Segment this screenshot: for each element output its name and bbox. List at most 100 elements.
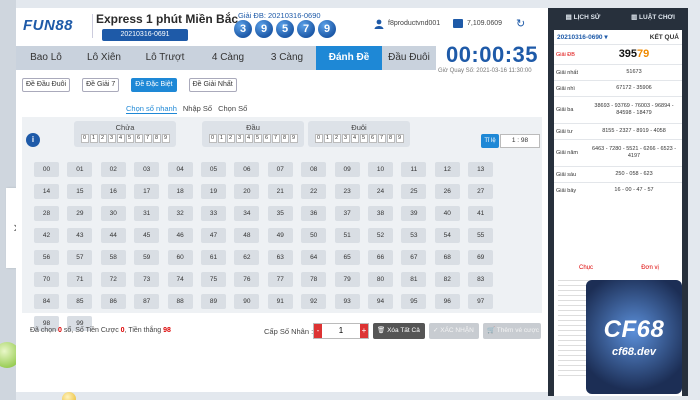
number-cell[interactable]: 24 [368, 184, 393, 199]
number-cell[interactable]: 31 [134, 206, 160, 221]
number-cell[interactable]: 91 [267, 294, 293, 309]
digit-checkbox[interactable]: 0 [314, 134, 323, 143]
digit-checkbox[interactable]: 1 [323, 134, 332, 143]
number-cell[interactable]: 10 [368, 162, 393, 177]
username[interactable]: f8productvnd001 [388, 20, 440, 27]
number-cell[interactable]: 79 [334, 272, 360, 287]
number-cell[interactable]: 01 [67, 162, 93, 177]
mode-1[interactable]: Nhập Số [183, 104, 212, 114]
number-cell[interactable]: 66 [368, 250, 393, 265]
number-cell[interactable]: 70 [34, 272, 59, 287]
number-cell[interactable]: 58 [100, 250, 126, 265]
number-cell[interactable]: 52 [368, 228, 393, 243]
number-cell[interactable]: 71 [67, 272, 93, 287]
number-cell[interactable]: 17 [134, 184, 160, 199]
tab-5[interactable]: Đánh Đề [316, 46, 382, 70]
decrement-button[interactable]: - [314, 324, 322, 338]
number-cell[interactable]: 53 [401, 228, 427, 243]
number-cell[interactable]: 45 [134, 228, 160, 243]
digit-checkbox[interactable]: 5 [359, 134, 368, 143]
number-cell[interactable]: 39 [401, 206, 427, 221]
number-cell[interactable]: 82 [434, 272, 460, 287]
number-cell[interactable]: 68 [434, 250, 460, 265]
number-cell[interactable]: 83 [468, 272, 494, 287]
number-cell[interactable]: 87 [134, 294, 160, 309]
number-cell[interactable]: 74 [167, 272, 193, 287]
multiplier-input[interactable]: 1 [322, 324, 360, 338]
confirm-button[interactable]: ✓ XÁC NHẬN [429, 323, 479, 339]
number-cell[interactable]: 11 [401, 162, 427, 177]
number-cell[interactable]: 72 [100, 272, 126, 287]
number-cell[interactable]: 00 [34, 162, 59, 177]
number-cell[interactable]: 48 [234, 228, 260, 243]
number-cell[interactable]: 51 [334, 228, 360, 243]
subtab-0[interactable]: Đề Đầu Đuôi [22, 78, 71, 92]
number-cell[interactable]: 22 [301, 184, 327, 199]
number-cell[interactable]: 13 [468, 162, 494, 177]
tab-4[interactable]: 3 Càng [258, 46, 316, 70]
number-cell[interactable]: 84 [34, 294, 59, 309]
tab-6[interactable]: Đầu Đuôi [382, 46, 436, 70]
digit-checkbox[interactable]: 3 [107, 134, 116, 143]
number-cell[interactable]: 21 [267, 184, 293, 199]
digit-checkbox[interactable]: 2 [332, 134, 341, 143]
number-cell[interactable]: 27 [468, 184, 494, 199]
number-cell[interactable]: 61 [201, 250, 226, 265]
digit-checkbox[interactable]: 8 [386, 134, 395, 143]
digit-checkbox[interactable]: 2 [226, 134, 235, 143]
number-cell[interactable]: 18 [167, 184, 193, 199]
number-cell[interactable]: 46 [167, 228, 193, 243]
rules-tab[interactable]: ▥ LUẬT CHƠI [618, 8, 688, 28]
add-bet-button[interactable]: 🛒 Thêm vé cược [483, 323, 541, 339]
number-cell[interactable]: 23 [334, 184, 360, 199]
number-cell[interactable]: 34 [234, 206, 260, 221]
number-cell[interactable]: 93 [334, 294, 360, 309]
info-icon[interactable]: i [26, 133, 40, 147]
digit-checkbox[interactable]: 0 [208, 134, 217, 143]
digit-checkbox[interactable]: 3 [235, 134, 244, 143]
number-cell[interactable]: 36 [301, 206, 327, 221]
mode-0[interactable]: Chọn số nhanh [126, 104, 177, 114]
number-cell[interactable]: 29 [67, 206, 93, 221]
number-cell[interactable]: 56 [34, 250, 59, 265]
number-cell[interactable]: 40 [434, 206, 460, 221]
number-cell[interactable]: 25 [401, 184, 427, 199]
number-cell[interactable]: 08 [301, 162, 327, 177]
number-cell[interactable]: 33 [201, 206, 226, 221]
number-cell[interactable]: 95 [401, 294, 427, 309]
tab-2[interactable]: Lô Trượt [132, 46, 198, 70]
digit-checkbox[interactable]: 4 [244, 134, 253, 143]
number-cell[interactable]: 50 [301, 228, 327, 243]
number-cell[interactable]: 04 [167, 162, 193, 177]
number-cell[interactable]: 86 [100, 294, 126, 309]
number-cell[interactable]: 65 [334, 250, 360, 265]
number-cell[interactable]: 02 [100, 162, 126, 177]
digit-checkbox[interactable]: 9 [289, 134, 298, 143]
number-cell[interactable]: 05 [201, 162, 226, 177]
refresh-icon[interactable]: ↻ [516, 17, 525, 30]
number-cell[interactable]: 38 [368, 206, 393, 221]
digit-checkbox[interactable]: 9 [161, 134, 170, 143]
digit-checkbox[interactable]: 2 [98, 134, 107, 143]
number-cell[interactable]: 88 [167, 294, 193, 309]
digit-checkbox[interactable]: 6 [368, 134, 377, 143]
number-cell[interactable]: 26 [434, 184, 460, 199]
digit-checkbox[interactable]: 6 [262, 134, 271, 143]
number-cell[interactable]: 30 [100, 206, 126, 221]
number-cell[interactable]: 09 [334, 162, 360, 177]
digit-checkbox[interactable]: 0 [80, 134, 89, 143]
digit-checkbox[interactable]: 8 [280, 134, 289, 143]
number-cell[interactable]: 44 [100, 228, 126, 243]
increment-button[interactable]: + [360, 324, 368, 338]
number-cell[interactable]: 42 [34, 228, 59, 243]
number-cell[interactable]: 54 [434, 228, 460, 243]
digit-checkbox[interactable]: 5 [253, 134, 262, 143]
number-cell[interactable]: 67 [401, 250, 427, 265]
tab-3[interactable]: 4 Càng [198, 46, 258, 70]
subtab-1[interactable]: Đề Giải 7 [82, 78, 120, 92]
number-cell[interactable]: 47 [201, 228, 226, 243]
number-cell[interactable]: 43 [67, 228, 93, 243]
number-cell[interactable]: 06 [234, 162, 260, 177]
number-cell[interactable]: 57 [67, 250, 93, 265]
number-cell[interactable]: 35 [267, 206, 293, 221]
